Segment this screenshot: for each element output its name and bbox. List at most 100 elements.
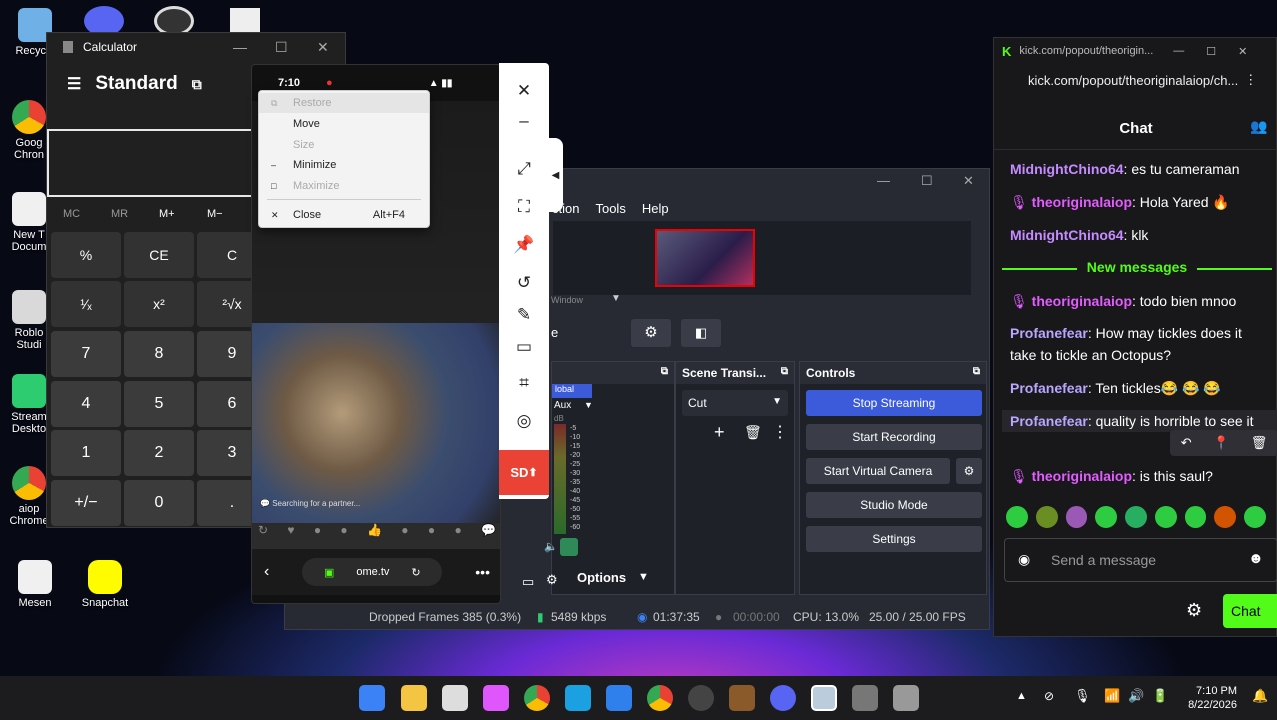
- refresh-icon[interactable]: ↻: [258, 523, 268, 537]
- settings-gear-icon[interactable]: ⚙: [631, 319, 671, 347]
- fullscreen-icon[interactable]: ⛶: [512, 195, 536, 219]
- heart-icon[interactable]: ♥: [287, 523, 294, 537]
- trash-icon[interactable]: 🗑: [1251, 435, 1268, 451]
- trash-icon[interactable]: 🗑: [744, 424, 762, 441]
- chevron-down-icon[interactable]: ▼: [638, 571, 649, 583]
- message-input[interactable]: Send a message: [1004, 538, 1277, 582]
- menu-item-restore[interactable]: ⧉ Restore: [259, 93, 429, 113]
- username[interactable]: Profanefear: [1010, 413, 1088, 429]
- thumbs-up-icon[interactable]: 👍: [367, 523, 382, 537]
- document-icon[interactable]: [230, 8, 260, 34]
- key-7[interactable]: 7: [51, 331, 121, 377]
- studio-mode-button[interactable]: Studio Mode: [806, 492, 982, 518]
- preview-source-thumbnail[interactable]: [655, 229, 755, 287]
- start-icon[interactable]: [359, 685, 385, 711]
- emote-icon[interactable]: [1214, 506, 1237, 528]
- undock-icon[interactable]: ⧉: [781, 366, 788, 377]
- url-field[interactable]: ▣ ome.tv ↻: [302, 558, 443, 586]
- close-icon[interactable]: ✕: [317, 39, 329, 56]
- settings-button[interactable]: Settings: [806, 526, 982, 552]
- username[interactable]: Profanefear: [1010, 380, 1088, 396]
- emoji-icon[interactable]: ●: [314, 523, 321, 537]
- reload-icon[interactable]: ↻: [411, 566, 420, 579]
- more-icon[interactable]: •••: [475, 564, 490, 580]
- stop-streaming-button[interactable]: Stop Streaming: [806, 390, 982, 416]
- window-icon[interactable]: ▭: [512, 335, 536, 359]
- calculator-icon[interactable]: [893, 685, 919, 711]
- reply-icon[interactable]: ↶: [1181, 435, 1192, 451]
- eye-off-icon[interactable]: ⊘: [1044, 689, 1054, 703]
- back-icon[interactable]: ‹: [264, 563, 269, 581]
- wifi-icon[interactable]: 📶: [1104, 688, 1120, 704]
- speaker-icon[interactable]: 🔈: [544, 540, 558, 553]
- address-bar[interactable]: kick.com/popout/theoriginalaiop/ch... ⋮: [994, 64, 1276, 96]
- emoji-icon[interactable]: ●: [401, 523, 408, 537]
- pin-icon[interactable]: 📌: [512, 233, 536, 257]
- pin-icon[interactable]: 📍: [1213, 435, 1229, 451]
- maximize-icon[interactable]: ☐: [275, 39, 288, 56]
- emoji-picker-icon[interactable]: ☻: [1248, 550, 1264, 567]
- username[interactable]: theoriginalaiop: [1032, 293, 1132, 309]
- chevron-up-icon[interactable]: ▲: [1016, 690, 1027, 702]
- key-4[interactable]: 4: [51, 381, 121, 427]
- emote-icon[interactable]: [1184, 506, 1207, 528]
- copilot-icon[interactable]: [483, 685, 509, 711]
- hamburger-menu-icon[interactable]: ☰: [67, 74, 81, 94]
- memory-subtract-button[interactable]: M−: [207, 208, 223, 220]
- emote-icon[interactable]: [1244, 506, 1267, 528]
- send-chat-button[interactable]: Chat: [1223, 594, 1277, 628]
- emote-icon[interactable]: [1065, 506, 1088, 528]
- transition-select[interactable]: Cut ▼: [682, 390, 788, 416]
- emote-icon[interactable]: [1154, 506, 1177, 528]
- target-icon[interactable]: ◎: [512, 409, 536, 433]
- options-button[interactable]: Options: [577, 570, 626, 585]
- snapchat-icon[interactable]: Snapchat: [70, 560, 140, 609]
- username[interactable]: MidnightChino64: [1010, 227, 1124, 243]
- key-2[interactable]: 2: [124, 430, 194, 476]
- memory-clear-button[interactable]: MC: [63, 208, 80, 220]
- settings-icon[interactable]: [852, 685, 878, 711]
- collapse-toolbar-tab[interactable]: ◀: [548, 138, 563, 212]
- chat-titlebar[interactable]: K kick.com/popout/theorigin... — ☐ ✕: [994, 38, 1276, 64]
- close-icon[interactable]: ✕: [963, 173, 974, 189]
- minimize-icon[interactable]: –: [512, 109, 536, 133]
- users-icon[interactable]: 👥: [1250, 118, 1267, 135]
- gear-icon[interactable]: ⚙: [956, 458, 982, 484]
- minecraft-icon[interactable]: [729, 685, 755, 711]
- undock-icon[interactable]: ⧉: [661, 366, 668, 377]
- clear-entry-key[interactable]: CE: [124, 232, 194, 278]
- close-icon[interactable]: ✕: [1238, 45, 1247, 58]
- gear-icon[interactable]: ⚙: [546, 572, 558, 588]
- close-icon[interactable]: ✕: [512, 79, 536, 103]
- mic-icon[interactable]: 🎙: [1074, 688, 1091, 704]
- minimize-icon[interactable]: —: [1173, 45, 1184, 57]
- memory-recall-button[interactable]: MR: [111, 208, 128, 220]
- discord-icon[interactable]: [770, 685, 796, 711]
- menu-item-maximize[interactable]: □ Maximize: [259, 176, 429, 196]
- emote-icon[interactable]: [1095, 506, 1118, 528]
- file-icon[interactable]: Mesen: [0, 560, 70, 609]
- reciprocal-key[interactable]: ¹⁄ₓ: [51, 281, 121, 327]
- username[interactable]: Profanefear: [1010, 325, 1088, 341]
- maximize-icon[interactable]: ☐: [1206, 45, 1216, 58]
- chevron-down-icon[interactable]: ▼: [584, 400, 593, 410]
- add-icon[interactable]: +: [714, 422, 725, 443]
- memory-add-button[interactable]: M+: [159, 208, 175, 220]
- notification-bell-icon[interactable]: 🔔: [1252, 688, 1268, 704]
- minimize-icon[interactable]: —: [877, 173, 890, 188]
- fit-window-icon[interactable]: ⤢: [512, 157, 536, 181]
- phone-link-icon[interactable]: [811, 685, 837, 711]
- quality-sd-button[interactable]: SD ⬆: [499, 450, 549, 495]
- pen-icon[interactable]: ✎: [512, 303, 536, 327]
- more-icon[interactable]: ⋮: [772, 422, 788, 442]
- rotate-icon[interactable]: ↺: [512, 271, 536, 295]
- obs-preview[interactable]: [553, 221, 971, 295]
- start-recording-button[interactable]: Start Recording: [806, 424, 982, 450]
- menu-item-tools[interactable]: Tools: [595, 201, 625, 216]
- emote-icon[interactable]: [1006, 506, 1028, 528]
- username[interactable]: MidnightChino64: [1010, 161, 1124, 177]
- chat-bubble-icon[interactable]: 💬: [481, 523, 496, 537]
- keep-on-top-icon[interactable]: ⧉: [192, 76, 202, 93]
- clock[interactable]: 7:10 PM 8/22/2026: [1188, 684, 1237, 712]
- undock-icon[interactable]: ⧉: [973, 366, 980, 377]
